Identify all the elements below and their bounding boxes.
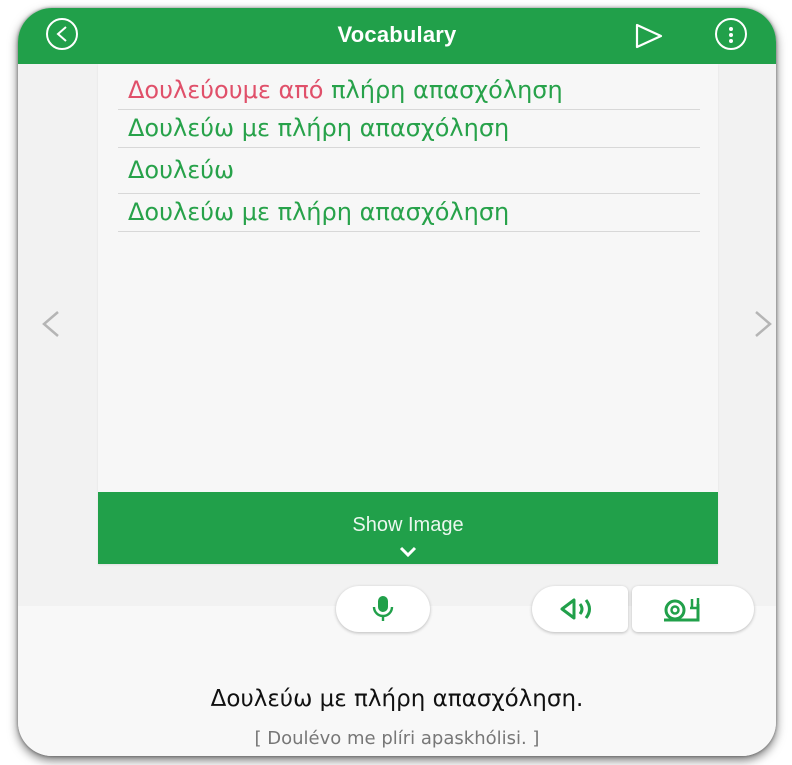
answer-text: πλήρη απασχόληση	[323, 76, 563, 104]
more-options-button[interactable]	[715, 18, 747, 50]
play-button[interactable]	[634, 22, 664, 50]
answer-item[interactable]: Δουλεύω με πλήρη απασχόληση	[118, 194, 700, 232]
chevron-down-icon	[399, 546, 417, 558]
answer-text: Δουλεύω	[128, 156, 235, 184]
answer-wrong-part: Δουλεύουμε από	[128, 76, 324, 104]
speaker-button[interactable]	[532, 586, 628, 632]
answer-list: Δουλεύουμε από πλήρη απασχόληση Δουλεύω …	[118, 72, 700, 232]
more-vertical-icon	[729, 27, 733, 31]
slow-speed-button[interactable]	[632, 586, 754, 632]
answer-text: Δουλεύω με πλήρη απασχόληση	[128, 114, 510, 142]
show-image-label: Show Image	[352, 514, 464, 536]
app-bar: Vocabulary	[18, 8, 776, 64]
answer-item[interactable]: Δουλεύουμε από πλήρη απασχόληση	[118, 72, 700, 110]
microphone-button[interactable]	[336, 586, 430, 632]
chevron-right-icon	[755, 311, 772, 337]
show-image-button[interactable]: Show Image	[98, 492, 718, 564]
microphone-icon	[372, 596, 394, 621]
question-card: Δουλεύουμε από πλήρη απασχόληση Δουλεύω …	[98, 64, 718, 564]
sentence-text: Δουλεύω με πλήρη απασχόληση.	[210, 686, 584, 712]
chevron-left-icon	[42, 311, 59, 337]
transliteration-text: [ Doulévo me plíri apaskhólisi. ]	[254, 728, 540, 749]
speaker-icon	[560, 598, 591, 620]
answer-item[interactable]: Δουλεύω με πλήρη απασχόληση	[118, 110, 700, 148]
snail-icon	[664, 598, 700, 622]
previous-arrow[interactable]	[38, 304, 62, 344]
answer-item[interactable]: Δουλεύω	[118, 148, 700, 194]
play-icon	[635, 23, 663, 49]
answer-text: Δουλεύω με πλήρη απασχόληση	[128, 198, 510, 226]
app-frame: Vocabulary Δουλεύουμε από πλήρη απασχόλη…	[18, 8, 776, 756]
next-arrow[interactable]	[752, 304, 776, 344]
